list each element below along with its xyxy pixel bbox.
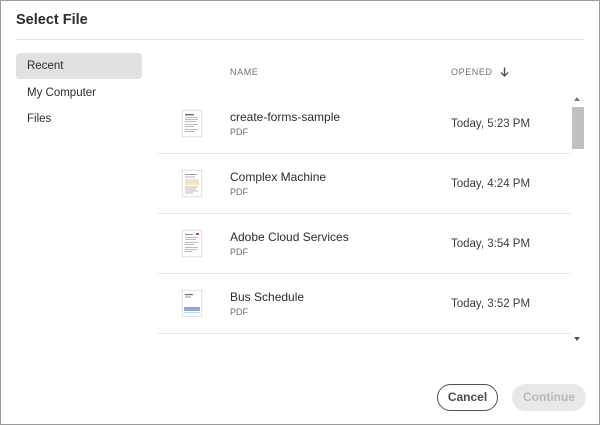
file-type: PDF [230, 247, 248, 257]
sidebar: Recent My Computer Files [16, 53, 142, 133]
sidebar-item-recent[interactable]: Recent [16, 53, 142, 79]
file-row[interactable]: Adobe Cloud Services PDF Today, 3:54 PM [158, 214, 571, 274]
file-type: PDF [230, 187, 248, 197]
file-name: create-forms-sample [230, 110, 341, 124]
scroll-up-arrow-icon[interactable] [574, 97, 580, 101]
file-name: Bus Schedule [230, 290, 305, 304]
file-name: Complex Machine [230, 170, 327, 184]
file-opened-date: Today, 4:24 PM [451, 178, 531, 190]
file-opened-date: Today, 5:23 PM [451, 118, 531, 130]
column-header-opened-label: OPENED [451, 67, 493, 77]
title-divider [16, 39, 584, 40]
file-type: PDF [230, 127, 248, 137]
file-row[interactable]: Complex Machine PDF Today, 4:24 PM [158, 154, 571, 214]
file-list-header: NAME OPENED [158, 63, 585, 83]
dialog-title: Select File [16, 12, 88, 28]
select-file-dialog: Select File Recent My Computer Files NAM… [0, 0, 600, 425]
sidebar-item-files[interactable]: Files [16, 106, 142, 132]
continue-button[interactable]: Continue [512, 384, 586, 411]
pdf-thumbnail-icon [182, 290, 202, 317]
file-name: Adobe Cloud Services [230, 230, 349, 244]
scrollbar-thumb[interactable] [572, 107, 584, 149]
file-list-scrollbar[interactable] [571, 94, 585, 344]
cancel-button[interactable]: Cancel [437, 384, 498, 411]
file-type: PDF [230, 307, 248, 317]
column-header-name[interactable]: NAME [230, 67, 258, 77]
column-header-opened[interactable]: OPENED [451, 67, 509, 77]
pdf-thumbnail-icon [182, 230, 202, 257]
file-list: create-forms-sample PDF Today, 5:23 PM C… [158, 94, 571, 334]
scroll-down-arrow-icon[interactable] [574, 337, 580, 341]
file-row[interactable]: create-forms-sample PDF Today, 5:23 PM [158, 94, 571, 154]
file-opened-date: Today, 3:54 PM [451, 238, 531, 250]
pdf-thumbnail-icon [182, 170, 202, 197]
sidebar-item-my-computer[interactable]: My Computer [16, 80, 142, 106]
arrow-down-icon [500, 67, 509, 77]
file-row[interactable]: Bus Schedule PDF Today, 3:52 PM [158, 274, 571, 334]
pdf-thumbnail-icon [182, 110, 202, 137]
file-opened-date: Today, 3:52 PM [451, 298, 531, 310]
